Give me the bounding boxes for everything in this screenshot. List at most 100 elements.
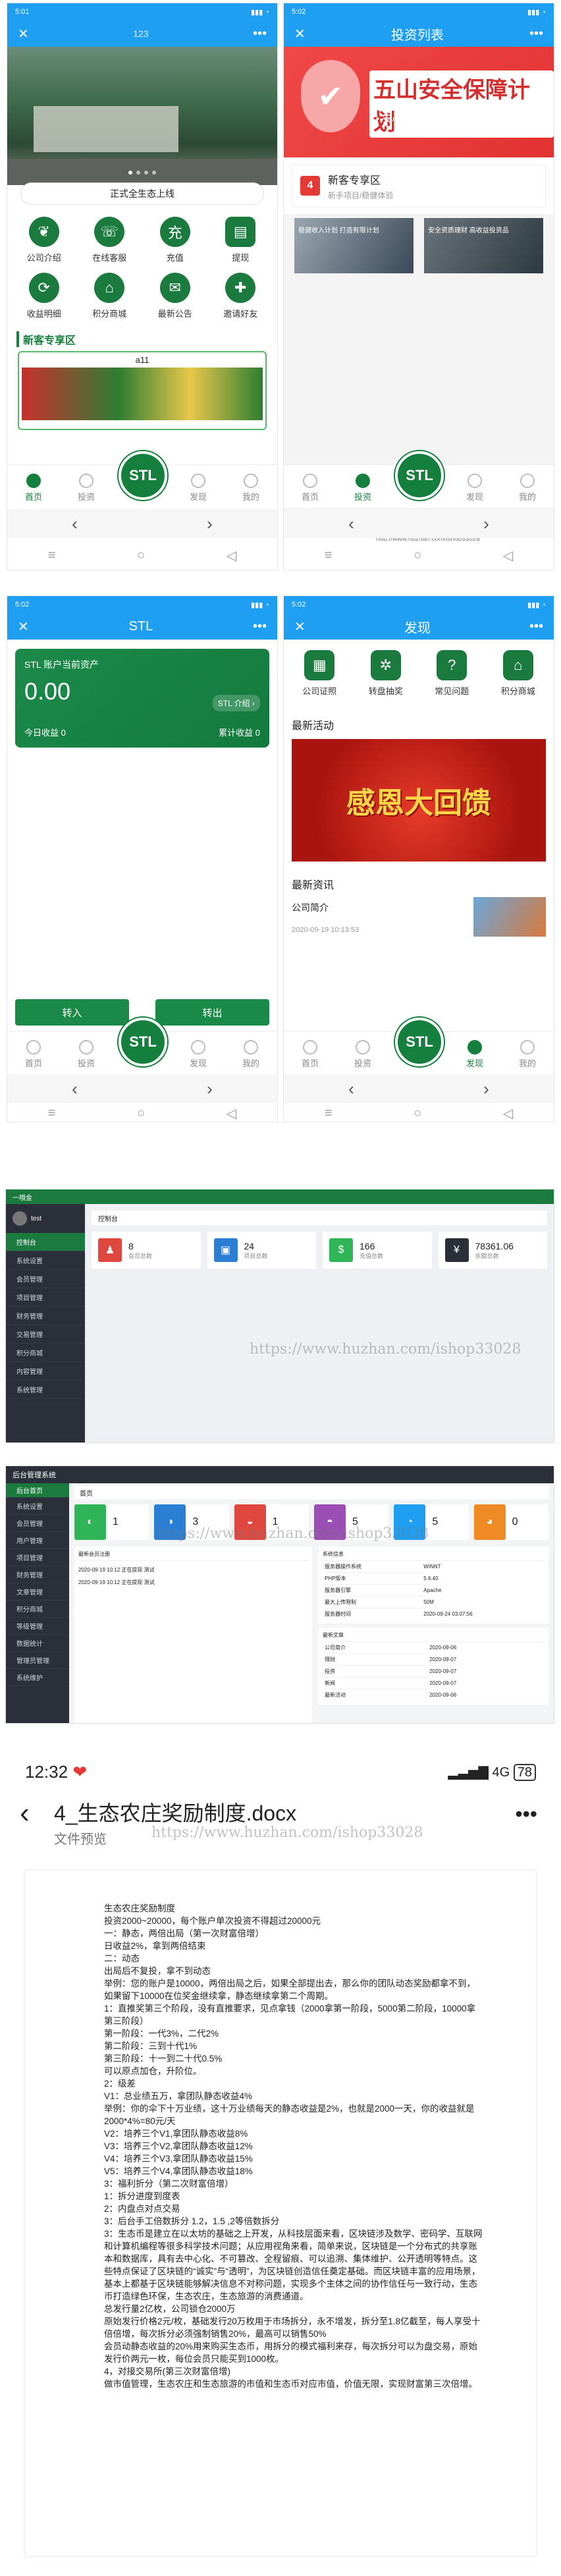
more-icon[interactable]: ••• — [529, 619, 543, 634]
menu-icon[interactable]: ≡ — [325, 548, 333, 563]
news-item[interactable]: 公司简介 2020-09-19 10:13:53 — [292, 897, 546, 941]
home-circle-icon[interactable]: ○ — [414, 548, 421, 563]
menu-item[interactable]: 项目管理 — [6, 1549, 69, 1566]
icon-company-intro[interactable]: ❦ 公司介绍 — [11, 217, 77, 263]
icon-faq[interactable]: ? 常见问题 — [419, 650, 485, 697]
forward-arrow-icon[interactable]: › — [207, 514, 213, 534]
menu-item[interactable]: 用户管理 — [6, 1532, 69, 1549]
tab-invest[interactable]: 投资 — [67, 474, 106, 503]
more-icon[interactable]: ••• — [529, 26, 543, 41]
tab-invest[interactable]: 投资 — [343, 1040, 383, 1069]
activity-banner[interactable]: 感恩大回馈 — [292, 739, 546, 862]
stat-card[interactable]: $166 充值总数 — [323, 1232, 432, 1269]
product-thumb-1[interactable]: 稳健收入计划 打造有限计划 — [294, 218, 414, 273]
stat-card[interactable]: ◕ 0 — [473, 1504, 548, 1540]
center-logo-button[interactable]: STL — [395, 1018, 444, 1066]
tab-discover[interactable]: 发现 — [178, 1040, 218, 1069]
tab-discover[interactable]: 发现 — [178, 474, 218, 503]
home-circle-icon[interactable]: ○ — [414, 1106, 421, 1121]
center-logo-button[interactable]: STL — [395, 451, 444, 500]
menu-item[interactable]: 财务管理 — [6, 1566, 69, 1583]
menu-item[interactable]: 控制台 — [6, 1233, 85, 1251]
back-icon[interactable]: ◁ — [227, 1105, 236, 1122]
table-row[interactable]: 理财 2020-09-07 — [323, 1653, 545, 1666]
menu-item[interactable]: 管理员管理 — [6, 1652, 69, 1669]
table-row[interactable]: 投资 2020-09-07 — [323, 1665, 545, 1678]
stat-card[interactable]: ♟ 8 会员总数 — [92, 1232, 201, 1269]
menu-item[interactable]: 交易管理 — [6, 1325, 85, 1344]
menu-icon[interactable]: ≡ — [48, 548, 56, 563]
tab-mine[interactable]: 我的 — [508, 474, 547, 503]
close-icon[interactable]: ✕ — [18, 26, 29, 42]
stat-card[interactable]: ¥78361.06 余额总数 — [438, 1232, 547, 1269]
intro-link[interactable]: STL 介绍 › — [212, 695, 260, 711]
icon-withdraw[interactable]: ▤ 提现 — [208, 217, 274, 263]
tab-home[interactable]: 首页 — [290, 1040, 330, 1069]
tab-home[interactable]: 首页 — [290, 474, 330, 503]
icon-online-service[interactable]: ☏ 在线客服 — [77, 217, 143, 263]
forward-arrow-icon[interactable]: › — [207, 1079, 213, 1099]
back-arrow-icon[interactable]: ‹ — [348, 1079, 354, 1099]
menu-item[interactable]: 内容管理 — [6, 1362, 85, 1381]
transfer-in-button[interactable]: 转入 — [15, 999, 129, 1026]
menu-item[interactable]: 文章管理 — [6, 1583, 69, 1601]
menu-item[interactable]: 积分商城 — [6, 1601, 69, 1618]
close-icon[interactable]: ✕ — [294, 618, 306, 635]
home-circle-icon[interactable]: ○ — [137, 548, 145, 563]
hero-banner[interactable] — [7, 47, 277, 185]
menu-item[interactable]: 会员管理 — [6, 1270, 85, 1288]
product-card[interactable]: a11 — [18, 351, 267, 430]
back-arrow-icon[interactable]: ‹ — [348, 514, 354, 534]
icon-latest-notice[interactable]: ✉ 最新公告 — [142, 273, 208, 319]
tab-mine[interactable]: 我的 — [508, 1040, 547, 1069]
menu-item[interactable]: 系统设置 — [6, 1251, 85, 1270]
close-icon[interactable]: ✕ — [18, 618, 29, 635]
menu-item[interactable]: 财务管理 — [6, 1307, 85, 1325]
transfer-out-button[interactable]: 转出 — [155, 999, 269, 1026]
tab-mine[interactable]: 我的 — [231, 1040, 271, 1069]
table-row[interactable]: 新闻 2020-09-07 — [323, 1677, 545, 1689]
menu-item[interactable]: 后台首页 — [6, 1483, 69, 1498]
tab-home[interactable]: 首页 — [14, 474, 53, 503]
icon-recharge[interactable]: 充充值 — [142, 217, 208, 263]
tab-discover[interactable]: 发现 — [455, 474, 494, 503]
close-icon[interactable]: ✕ — [294, 26, 306, 42]
announcement-bar[interactable]: 正式全生态上线 — [20, 182, 264, 205]
tab-discover[interactable]: 发现 — [455, 1040, 494, 1069]
menu-item[interactable]: 项目管理 — [6, 1288, 85, 1307]
back-icon[interactable]: ◁ — [503, 547, 513, 564]
center-logo-button[interactable]: STL — [119, 451, 167, 500]
forward-arrow-icon[interactable]: › — [483, 1079, 489, 1099]
menu-item[interactable]: 系统管理 — [6, 1381, 85, 1399]
menu-item[interactable]: 系统设置 — [6, 1498, 69, 1515]
tab-home[interactable]: 首页 — [14, 1040, 53, 1069]
back-arrow-icon[interactable]: ‹ — [20, 1797, 30, 1830]
back-arrow-icon[interactable]: ‹ — [72, 1079, 78, 1099]
back-icon[interactable]: ◁ — [227, 547, 236, 564]
icon-income-detail[interactable]: ⟳ 收益明细 — [11, 273, 77, 319]
center-logo-button[interactable]: STL — [119, 1018, 167, 1066]
icon-invite-friends[interactable]: ✚ 邀请好友 — [208, 273, 274, 319]
table-row[interactable]: 最新活动 2020-09-06 — [323, 1689, 545, 1701]
forward-arrow-icon[interactable]: › — [483, 514, 489, 534]
menu-item[interactable]: 会员管理 — [6, 1515, 69, 1532]
menu-item[interactable]: 数据统计 — [6, 1635, 69, 1652]
more-icon[interactable]: ••• — [253, 26, 267, 41]
stat-card[interactable]: ▣ 24 项目总数 — [207, 1232, 316, 1269]
tab-invest[interactable]: 投资 — [67, 1040, 106, 1069]
icon-lucky-wheel[interactable]: ✲ 转盘抽奖 — [353, 650, 419, 697]
tab-mine[interactable]: 我的 — [231, 474, 271, 503]
icon-company-cert[interactable]: ▦ 公司证照 — [286, 650, 353, 697]
stat-card[interactable]: ◐ 1 — [74, 1504, 149, 1540]
icon-points-store[interactable]: ⌂ 积分商城 — [77, 273, 143, 319]
back-icon[interactable]: ◁ — [503, 1105, 513, 1122]
newbie-section[interactable]: 4 新客专享区 新手项目/稳健体验 — [292, 164, 546, 207]
more-icon[interactable]: ••• — [253, 619, 267, 634]
icon-points-store[interactable]: ⌂ 积分商城 — [485, 650, 552, 697]
menu-icon[interactable]: ≡ — [325, 1106, 333, 1121]
table-row[interactable]: 公司简介 2020-09-06 — [323, 1642, 545, 1654]
more-icon[interactable]: ••• — [515, 1802, 537, 1826]
carousel-dots[interactable] — [128, 171, 156, 175]
menu-item[interactable]: 等级管理 — [6, 1618, 69, 1635]
tab-invest[interactable]: 投资 — [343, 474, 383, 503]
